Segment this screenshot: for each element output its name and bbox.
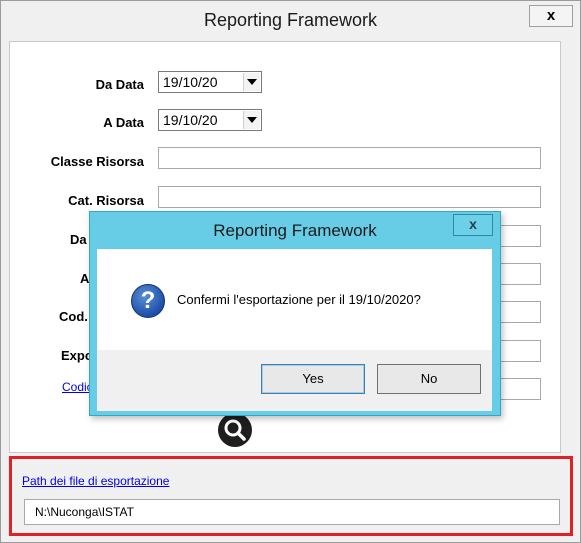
chevron-down-icon xyxy=(247,79,257,85)
export-path-input[interactable]: N:\Nuconga\ISTAT xyxy=(24,499,560,525)
cat-risorsa-label: Cat. Risorsa xyxy=(68,193,144,208)
da-data-label: Da Data xyxy=(95,77,144,92)
a-data-dropdown-arrow[interactable] xyxy=(243,111,260,129)
dialog-body: ? Confermi l'esportazione per il 19/10/2… xyxy=(97,249,492,411)
cat-risorsa-input[interactable] xyxy=(158,186,541,208)
close-button[interactable]: x xyxy=(529,5,573,27)
a-data-label: A Data xyxy=(103,115,144,130)
a-data-combo[interactable]: 19/10/20 xyxy=(158,109,262,131)
title-bar: Reporting Framework x xyxy=(1,1,580,41)
da-data-combo[interactable]: 19/10/20 xyxy=(158,71,262,93)
question-icon: ? xyxy=(131,284,165,318)
window-title: Reporting Framework xyxy=(203,10,378,30)
chevron-down-icon xyxy=(247,117,257,123)
a-data-value: 19/10/20 xyxy=(163,112,218,128)
dialog-title: Reporting Framework xyxy=(213,221,377,240)
dialog-message-area: ? Confermi l'esportazione per il 19/10/2… xyxy=(97,249,492,350)
dialog-message: Confermi l'esportazione per il 19/10/202… xyxy=(177,292,421,307)
search-button[interactable] xyxy=(218,413,252,447)
dialog-close-button[interactable]: x xyxy=(453,214,493,236)
search-icon xyxy=(224,419,246,441)
da-data-value: 19/10/20 xyxy=(163,74,218,90)
yes-button[interactable]: Yes xyxy=(261,364,365,394)
export-path-value: N:\Nuconga\ISTAT xyxy=(35,505,134,519)
classe-risorsa-label: Classe Risorsa xyxy=(50,154,144,169)
no-button[interactable]: No xyxy=(377,364,481,394)
export-path-link[interactable]: Path dei file di esportazione xyxy=(22,474,169,488)
classe-risorsa-input[interactable] xyxy=(158,147,541,169)
da-data-dropdown-arrow[interactable] xyxy=(243,73,260,91)
row5-label: Da xyxy=(70,232,87,247)
confirm-dialog: Reporting Framework x ? Confermi l'espor… xyxy=(89,211,501,416)
export-path-section: Path dei file di esportazione N:\Nuconga… xyxy=(9,456,573,536)
row7-label: Cod. xyxy=(59,309,88,324)
row6-label: A xyxy=(80,271,90,286)
